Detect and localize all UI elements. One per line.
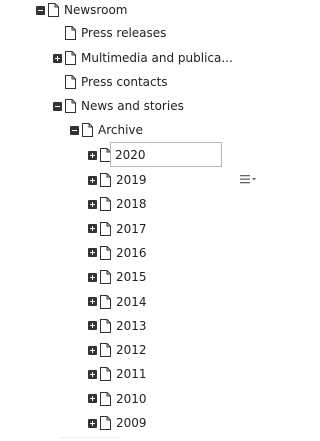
expand-icon[interactable] [88,297,97,306]
tree-node-multimedia[interactable]: Multimedia and publica... [53,48,233,68]
page-icon [65,75,76,89]
tree-node-label[interactable]: 2019 [116,173,147,187]
tree-node-year[interactable]: 2010 [88,389,147,409]
collapse-icon[interactable] [70,125,79,135]
tree-node-newsroom[interactable]: Newsroom [36,0,127,20]
page-icon [100,416,111,430]
tree-node-year[interactable]: 2014 [88,292,147,312]
tree-node-label[interactable]: 2012 [116,343,147,357]
tree-node-year[interactable]: 2011 [88,364,147,384]
divider [60,437,120,441]
expand-icon[interactable] [88,224,97,234]
page-icon [100,391,111,406]
page-icon [65,99,76,113]
tree-node-label[interactable]: 2016 [116,246,147,260]
tree-node-label[interactable]: News and stories [81,99,184,113]
page-icon [100,245,111,260]
expand-icon[interactable] [88,248,97,258]
tree-node-year[interactable]: 2018 [88,194,147,214]
tree-node-label[interactable]: Multimedia and publica... [81,51,233,65]
tree-node-label[interactable]: 2018 [116,197,147,211]
tree-node-label[interactable]: 2015 [116,270,147,284]
tree-node-label[interactable]: Press releases [81,26,166,40]
tree-node-press-releases[interactable]: Press releases [53,23,166,43]
collapse-icon[interactable] [53,101,62,111]
tree-node-label[interactable]: 2009 [116,416,147,430]
page-icon [82,123,93,137]
page-icon [100,197,111,212]
tree-node-label[interactable]: Newsroom [64,3,127,17]
expand-icon[interactable] [88,394,97,404]
expand-icon[interactable] [88,345,97,355]
tree-node-label[interactable]: Archive [98,123,143,137]
expand-icon[interactable] [88,369,97,379]
tree-node-label[interactable]: 2014 [116,295,147,309]
tree-node-label[interactable]: 2013 [116,319,147,333]
expand-icon[interactable] [88,150,97,160]
page-icon [100,367,111,382]
tree-node-year[interactable]: 2013 [88,316,147,336]
tree-node-label[interactable]: 2017 [116,222,147,236]
expand-icon[interactable] [88,321,97,331]
tree-node-label[interactable]: Press contacts [81,75,168,89]
page-icon [100,294,111,309]
list-menu-icon[interactable] [240,173,257,185]
tree-node-year[interactable]: 2012 [88,340,147,360]
tree-node-label[interactable]: 2011 [116,367,147,381]
expand-icon[interactable] [88,199,97,209]
tree-node-press-contacts[interactable]: Press contacts [53,72,168,92]
expand-icon[interactable] [88,418,97,428]
page-icon [100,173,111,187]
page-icon [65,51,76,65]
page-icon [100,221,111,236]
page-icon [100,343,111,358]
tree-node-year[interactable]: 2015 [88,267,147,287]
page-icon [48,3,59,17]
expand-icon[interactable] [88,175,97,185]
tree-node-year[interactable]: 2017 [88,219,147,239]
tree-node-label[interactable]: 2010 [116,392,147,406]
rename-input[interactable] [110,142,222,167]
expand-icon[interactable] [53,53,62,63]
tree-node-year[interactable]: 2016 [88,243,147,263]
tree-node-year[interactable]: 2019 [88,170,147,190]
page-icon [100,270,111,285]
tree-node-year[interactable]: 2009 [88,413,147,433]
tree-node-archive[interactable]: Archive [70,120,143,140]
expand-icon[interactable] [88,272,97,282]
tree-node-news-and-stories[interactable]: News and stories [53,96,184,116]
collapse-icon[interactable] [36,5,45,15]
page-icon [100,318,111,333]
page-icon [65,26,76,40]
